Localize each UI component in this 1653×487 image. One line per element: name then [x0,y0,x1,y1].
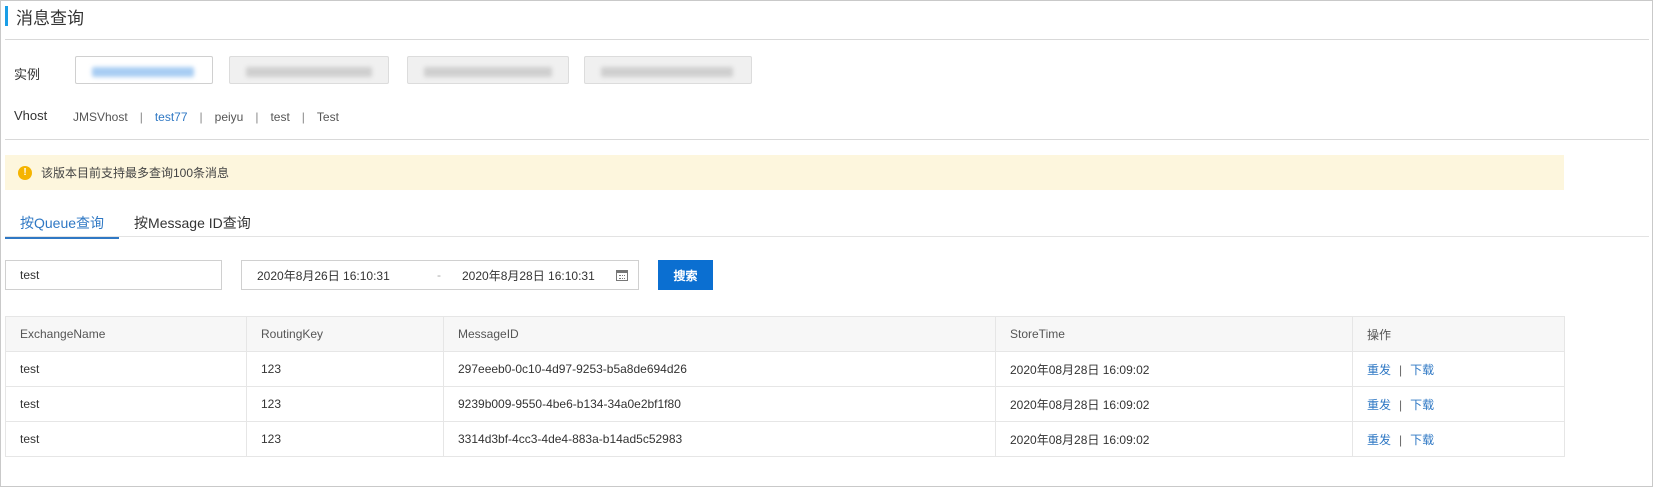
cell-exchange: test [5,351,247,387]
col-message-id: MessageID [443,316,996,352]
cell-exchange: test [5,421,247,457]
col-store-time: StoreTime [995,316,1353,352]
title-accent-bar [5,6,8,26]
end-time[interactable]: 2020年8月28日 16:10:31 [462,267,612,284]
vhost-separator: | [255,110,259,124]
vhost-separator: | [139,110,143,124]
download-link[interactable]: 下载 [1410,363,1434,377]
cell-store-time: 2020年08月28日 16:09:02 [995,386,1353,422]
download-link[interactable]: 下载 [1410,398,1434,412]
warning-icon: ! [18,165,32,180]
instance-option-3[interactable] [407,56,569,84]
page-header: 消息查询 [5,6,84,28]
instance-label: 实例 [14,67,41,82]
cell-actions: 重发 | 下载 [1352,386,1565,422]
vhost-list: JMSVhost | test77 | peiyu | test | Test [73,110,339,124]
col-exchange-name: ExchangeName [5,316,247,352]
cell-message-id: 297eeeb0-0c10-4d97-9253-b5a8de694d26 [443,351,996,387]
resend-link[interactable]: 重发 [1367,398,1391,412]
time-range-picker[interactable]: 2020年8月26日 16:10:31 - 2020年8月28日 16:10:3… [241,260,639,290]
filter-divider [5,139,1649,140]
search-button[interactable]: 搜索 [658,260,713,290]
tabs-divider [5,236,1649,237]
instance-name-redacted [424,67,552,77]
calendar-icon[interactable] [616,269,628,281]
vhost-item-peiyu[interactable]: peiyu [215,110,244,124]
vhost-separator: | [199,110,203,124]
instance-name-redacted [92,67,194,77]
cell-actions: 重发 | 下载 [1352,421,1565,457]
table-row: test 123 297eeeb0-0c10-4d97-9253-b5a8de6… [5,351,1565,387]
vhost-item-test[interactable]: test [270,110,289,124]
download-link[interactable]: 下载 [1410,433,1434,447]
vhost-item-test77[interactable]: test77 [155,110,188,124]
cell-routing-key: 123 [246,386,444,422]
action-separator: | [1399,397,1403,412]
message-table: ExchangeName RoutingKey MessageID StoreT… [5,316,1565,457]
instance-option-4[interactable] [584,56,752,84]
instance-name-redacted [601,67,733,77]
instance-name-redacted [246,67,372,77]
resend-link[interactable]: 重发 [1367,433,1391,447]
vhost-label: Vhost [14,108,48,123]
cell-message-id: 9239b009-9550-4be6-b134-34a0e2bf1f80 [443,386,996,422]
table-header-row: ExchangeName RoutingKey MessageID StoreT… [5,316,1565,352]
resend-link[interactable]: 重发 [1367,363,1391,377]
cell-store-time: 2020年08月28日 16:09:02 [995,351,1353,387]
tab-by-queue[interactable]: 按Queue查询 [5,210,120,239]
cell-routing-key: 123 [246,351,444,387]
vhost-item-Test[interactable]: Test [317,110,339,124]
cell-routing-key: 123 [246,421,444,457]
header-divider [5,39,1649,40]
cell-message-id: 3314d3bf-4cc3-4de4-883a-b14ad5c52983 [443,421,996,457]
notice-banner: ! 该版本目前支持最多查询100条消息 [5,155,1564,190]
cell-store-time: 2020年08月28日 16:09:02 [995,421,1353,457]
cell-exchange: test [5,386,247,422]
vhost-item-jmsvhost[interactable]: JMSVhost [73,110,128,124]
range-separator: - [437,268,441,282]
cell-actions: 重发 | 下载 [1352,351,1565,387]
col-actions: 操作 [1352,316,1565,352]
action-separator: | [1399,432,1403,447]
queue-input[interactable] [5,260,222,290]
vhost-separator: | [301,110,305,124]
tab-by-message-id[interactable]: 按Message ID查询 [119,210,266,237]
col-routing-key: RoutingKey [246,316,444,352]
instance-option-1[interactable] [75,56,213,84]
instance-option-2[interactable] [229,56,389,84]
start-time[interactable]: 2020年8月26日 16:10:31 [257,267,437,284]
table-row: test 123 9239b009-9550-4be6-b134-34a0e2b… [5,386,1565,422]
table-row: test 123 3314d3bf-4cc3-4de4-883a-b14ad5c… [5,421,1565,457]
query-tabs: 按Queue查询 按Message ID查询 [5,210,266,239]
action-separator: | [1399,362,1403,377]
page-title: 消息查询 [16,8,84,28]
notice-text: 该版本目前支持最多查询100条消息 [41,166,230,180]
